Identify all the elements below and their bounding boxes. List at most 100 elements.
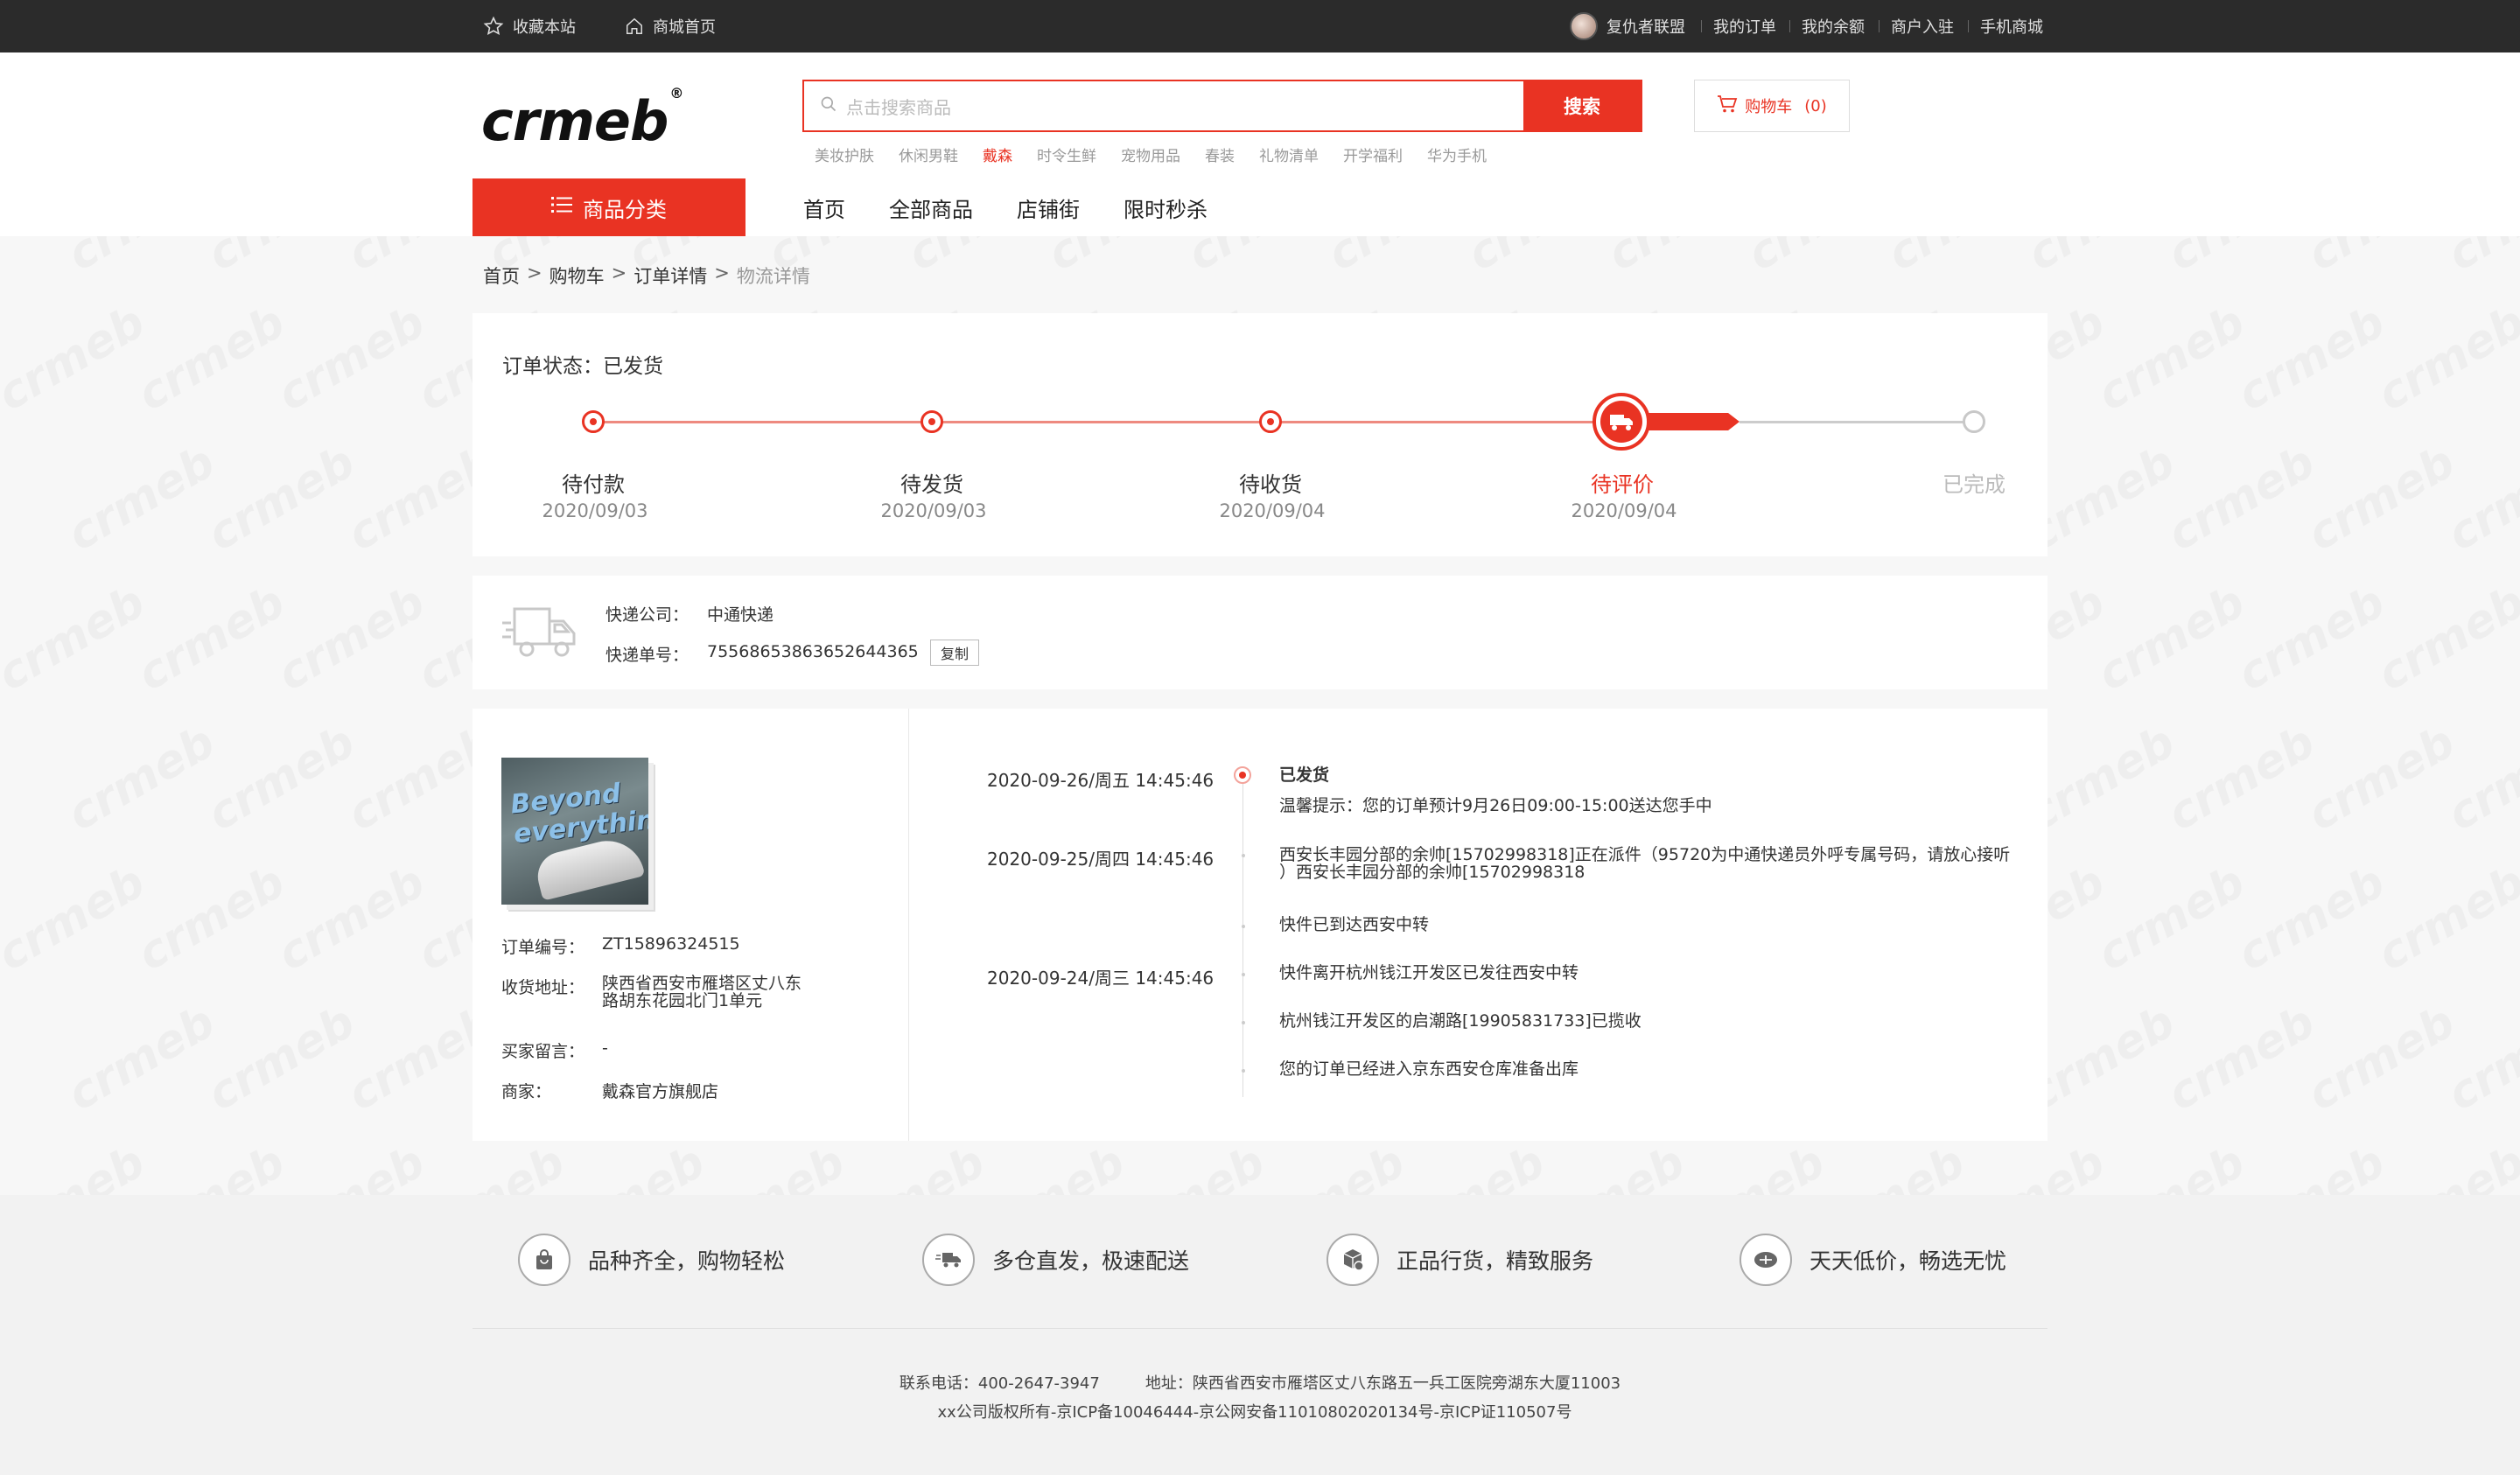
feature-label: 品种齐全，购物轻松 [588,1248,786,1274]
breadcrumb-cart[interactable]: 购物车 [550,262,605,289]
order-status-value: 已发货 [603,355,663,378]
user-menu[interactable]: 复仇者联盟 [1570,0,1685,52]
progress-line-done [593,421,1617,423]
watermark-logo: crmeb [0,296,154,422]
hot-keyword[interactable]: 华为手机 [1427,143,1487,165]
timeline-text: 杭州钱江开发区的启潮路[19905831733]已揽收 [1279,1011,1642,1031]
search-input[interactable]: 点击搜索商品 [804,81,1523,130]
hot-keyword[interactable]: 戴森 [983,143,1012,165]
watermark-logo: crmeb [129,576,294,702]
watermark-logo: crmeb [129,856,294,982]
timeline-dot [1242,973,1245,976]
price-tag-icon [1740,1234,1792,1286]
feature-label: 正品行货，精致服务 [1396,1248,1594,1274]
express-number: 75568653863652644365 [707,642,919,661]
list-icon [551,195,572,220]
watermark-logo: crmeb [2089,576,2254,702]
watermark-logo: crmeb [2439,996,2520,1122]
progress-line-pending [1740,421,1974,423]
hot-keyword[interactable]: 礼物清单 [1259,143,1319,165]
nav-item[interactable]: 首页 [803,192,845,223]
footer-copyright: xx公司版权所有-京ICP备10046444-京公网安备110108020201… [937,1403,1572,1422]
logo-mark: ® [669,85,683,102]
breadcrumb-home[interactable]: 首页 [483,262,520,289]
fast-truck-icon [922,1234,975,1286]
breadcrumb: 首页 > 购物车 > 订单详情 > 物流详情 [483,262,810,289]
watermark-logo: crmeb [2509,576,2520,702]
step-current [1592,393,1650,451]
my-orders-link[interactable]: 我的订单 [1713,0,1776,52]
watermark-logo: crmeb [269,576,434,702]
feature-variety: 品种齐全，购物轻松 [518,1234,785,1286]
watermark-logo: crmeb [2509,296,2520,422]
top-bar: 收藏本站 商城首页 复仇者联盟 我的订单 我的余额 商户入驻 手机商城 [0,0,2520,52]
watermark-logo: crmeb [2229,296,2394,422]
my-orders-label: 我的订单 [1713,18,1776,37]
watermark-logo: crmeb [59,716,224,842]
breadcrumb-current: 物流详情 [736,266,810,287]
merchant-name[interactable]: 戴森官方旗舰店 [602,1079,718,1102]
order-number: ZT15896324515 [602,934,740,954]
favorite-link[interactable]: 收藏本站 [483,0,576,52]
timeline-dot-current [1234,766,1251,784]
address-value: 陕西省西安市雁塔区丈八东 路胡东花园北门1单元 [602,975,802,1010]
merchant-join-label: 商户入驻 [1891,18,1954,37]
step-name-5: 已完成 [1942,472,2006,497]
nav-item[interactable]: 限时秒杀 [1124,192,1208,223]
product-image[interactable]: Beyond everything [501,758,648,905]
watermark-logo: crmeb [2299,436,2464,562]
timeline-line [1242,777,1243,1097]
progress-arrow [1645,413,1740,430]
hot-keyword[interactable]: 宠物用品 [1121,143,1180,165]
watermark-logo: crmeb [2369,856,2520,982]
cart-button[interactable]: 购物车 (0) [1694,80,1850,132]
watermark-logo: crmeb [2509,856,2520,982]
hot-keyword[interactable]: 开学福利 [1343,143,1403,165]
copy-button[interactable]: 复制 [930,640,979,666]
mobile-mall-label: 手机商城 [1980,18,2043,37]
nav-item[interactable]: 店铺街 [1017,192,1080,223]
step-name-3: 待收货 [1239,472,1302,497]
feature-low-price: 天天低价，畅选无忧 [1740,1234,2006,1286]
order-status-label: 订单状态： [502,355,603,378]
step-dot-2 [920,410,943,433]
category-button[interactable]: 商品分类 [472,178,746,236]
timeline-text: 快件离开杭州钱江开发区已发往西安中转 [1279,963,1579,982]
watermark-logo: crmeb [199,996,364,1122]
site-logo[interactable]: crmeb ® [481,85,683,153]
hot-keyword[interactable]: 时令生鲜 [1037,143,1096,165]
watermark-logo: crmeb [2439,716,2520,842]
my-balance-link[interactable]: 我的余额 [1802,0,1865,52]
watermark-logo: crmeb [0,576,154,702]
express-number-label: 快递单号： [606,646,690,665]
hot-keyword[interactable]: 美妆护肤 [815,143,874,165]
watermark-logo: crmeb [2369,576,2520,702]
timeline-text-line1: 西安长丰园分部的余帅[15702998318]正在派件（95720为中通快递员外… [1279,845,2011,864]
mall-home-link[interactable]: 商城首页 [625,0,716,52]
address-line2: 路胡东花园北门1单元 [602,991,763,1010]
box-check-icon [1326,1234,1379,1286]
search-button[interactable]: 搜索 [1523,81,1641,130]
step-name-2: 待发货 [900,472,963,497]
footer-contact: 联系电话：400-2647-3947 地址：陕西省西安市雁塔区丈八东路五一兵工医院… [0,1371,2520,1394]
nav-item[interactable]: 全部商品 [889,192,973,223]
timeline-dot [1242,925,1245,928]
hot-keyword[interactable]: 春装 [1205,143,1235,165]
order-status-title: 订单状态：已发货 [502,349,663,379]
hot-keyword[interactable]: 休闲男鞋 [899,143,958,165]
address-line1: 陕西省西安市雁塔区丈八东 [602,974,802,993]
merchant-join-link[interactable]: 商户入驻 [1891,0,1954,52]
order-detail-panel [472,709,2048,1141]
cart-count: (0) [1804,96,1827,115]
category-label: 商品分类 [583,197,667,222]
step-dot-3 [1259,410,1282,433]
mall-home-label: 商城首页 [653,18,716,37]
mobile-mall-link[interactable]: 手机商城 [1980,0,2043,52]
breadcrumb-order-detail[interactable]: 订单详情 [634,262,707,289]
home-icon [625,17,644,36]
feature-label: 天天低价，畅选无忧 [1810,1248,2007,1274]
star-icon [483,16,504,37]
truck-icon [1600,401,1642,443]
main-nav: 首页 全部商品 店铺街 限时秒杀 [803,178,1251,236]
breadcrumb-separator: > [527,262,542,283]
